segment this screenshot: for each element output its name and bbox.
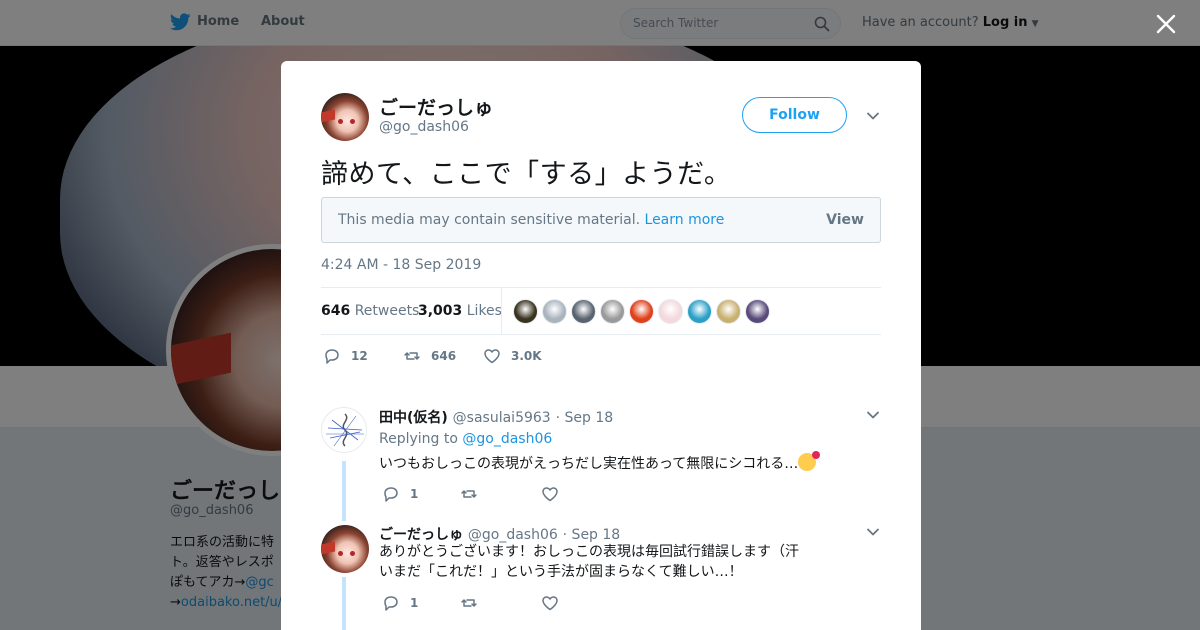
retweet-icon (461, 599, 477, 607)
thread-line (342, 577, 346, 630)
reply-action[interactable]: 1 (382, 485, 418, 503)
retweets-count: 646 (321, 303, 351, 319)
reply-icon (384, 596, 398, 611)
tweet-stats: 646 Retweets 3,003 Likes (321, 287, 881, 335)
author-name[interactable]: ごーだっしゅ (379, 93, 493, 120)
replying-to-link[interactable]: @go_dash06 (462, 431, 552, 447)
reply-date[interactable]: · Sep 18 (556, 410, 614, 426)
reply-author-name[interactable]: 田中(仮名) (379, 410, 448, 426)
liker-avatar[interactable] (629, 299, 654, 324)
liker-avatar[interactable] (571, 299, 596, 324)
retweet-icon (404, 352, 420, 360)
like-action[interactable] (541, 594, 569, 612)
author-handle[interactable]: @go_dash06 (379, 119, 469, 135)
like-action[interactable]: 3.0K (483, 347, 542, 365)
follow-button[interactable]: Follow (742, 97, 847, 133)
retweet-action[interactable] (460, 594, 488, 612)
like-action[interactable] (541, 485, 569, 503)
chevron-down-icon[interactable] (866, 525, 880, 539)
retweets-label: Retweets (354, 303, 420, 319)
reply-icon (384, 487, 398, 502)
reply-action[interactable]: 1 (382, 594, 418, 612)
reply-text-content: いつもおしっこの表現がえっちだし実在性あって無限にシコれる… (379, 456, 799, 472)
sensitive-message: This media may contain sensitive materia… (338, 212, 641, 228)
reply-author-handle[interactable]: @go_dash06 (468, 527, 558, 543)
reply-author-name[interactable]: ごーだっしゅ (379, 527, 463, 543)
reply-text-line: いまだ「これだ！」という手法が固まらなくて難しい…！ (379, 564, 743, 580)
reply-date[interactable]: · Sep 18 (563, 527, 621, 543)
replying-to: Replying to @go_dash06 (379, 431, 552, 447)
reply-text-line: ありがとうございます！おしっこの表現は毎回試行錯誤します（汗 (379, 544, 799, 560)
sensitive-media-warning: This media may contain sensitive materia… (321, 197, 881, 243)
reply-author-avatar[interactable] (321, 407, 367, 453)
reply-icon (325, 349, 339, 364)
liker-avatar[interactable] (542, 299, 567, 324)
liker-avatars (513, 299, 774, 324)
author-avatar[interactable] (321, 93, 369, 141)
tweet-timestamp[interactable]: 4:24 AM - 18 Sep 2019 (321, 257, 481, 273)
liker-avatar[interactable] (658, 299, 683, 324)
likes-count: 3,003 (418, 303, 463, 319)
reply-count: 1 (410, 487, 419, 501)
close-icon[interactable] (1155, 13, 1177, 35)
reply-header: ごーだっしゅ @go_dash06 · Sep 18 (379, 524, 620, 544)
liker-avatar[interactable] (687, 299, 712, 324)
tweet-modal: ごーだっしゅ @go_dash06 Follow 諦めて、ここで「する」ようだ。… (281, 61, 921, 630)
like-count: 3.0K (511, 349, 542, 363)
retweet-action[interactable]: 646 (403, 347, 456, 365)
retweet-action[interactable] (460, 485, 488, 503)
scribble-avatar-image (326, 413, 364, 447)
reply-author-avatar[interactable] (321, 525, 369, 573)
heart-icon (542, 596, 558, 611)
heart-icon (484, 349, 500, 364)
likes-label: Likes (466, 303, 502, 319)
liker-avatar[interactable] (513, 299, 538, 324)
reply-text: ありがとうございます！おしっこの表現は毎回試行錯誤します（汗 いまだ「これだ！」… (379, 542, 799, 582)
liker-avatar[interactable] (716, 299, 741, 324)
smiling-face-with-hearts-icon (798, 451, 821, 471)
reply-text: いつもおしっこの表現がえっちだし実在性あって無限にシコれる… (379, 451, 821, 474)
liker-avatar[interactable] (745, 299, 770, 324)
thread-line (342, 461, 346, 521)
retweets-stat[interactable]: 646 Retweets (321, 303, 419, 319)
tweet-text: 諦めて、ここで「する」ようだ。 (321, 159, 732, 190)
reply-count: 1 (410, 596, 419, 610)
reply-action[interactable]: 12 (323, 347, 368, 365)
replying-to-label: Replying to (379, 431, 458, 447)
likes-stat[interactable]: 3,003 Likes (418, 303, 502, 319)
liker-avatar[interactable] (600, 299, 625, 324)
reply-author-handle[interactable]: @sasulai5963 (453, 410, 551, 426)
chevron-down-icon[interactable] (866, 408, 880, 422)
chevron-down-icon[interactable] (866, 109, 880, 123)
learn-more-link[interactable]: Learn more (645, 212, 725, 228)
retweet-icon (461, 490, 477, 498)
view-media-button[interactable]: View (826, 212, 864, 228)
reply-header: 田中(仮名) @sasulai5963 · Sep 18 (379, 407, 613, 427)
retweet-count: 646 (431, 349, 457, 363)
reply-count: 12 (351, 349, 368, 363)
heart-icon (542, 487, 558, 502)
stats-divider (501, 288, 502, 334)
